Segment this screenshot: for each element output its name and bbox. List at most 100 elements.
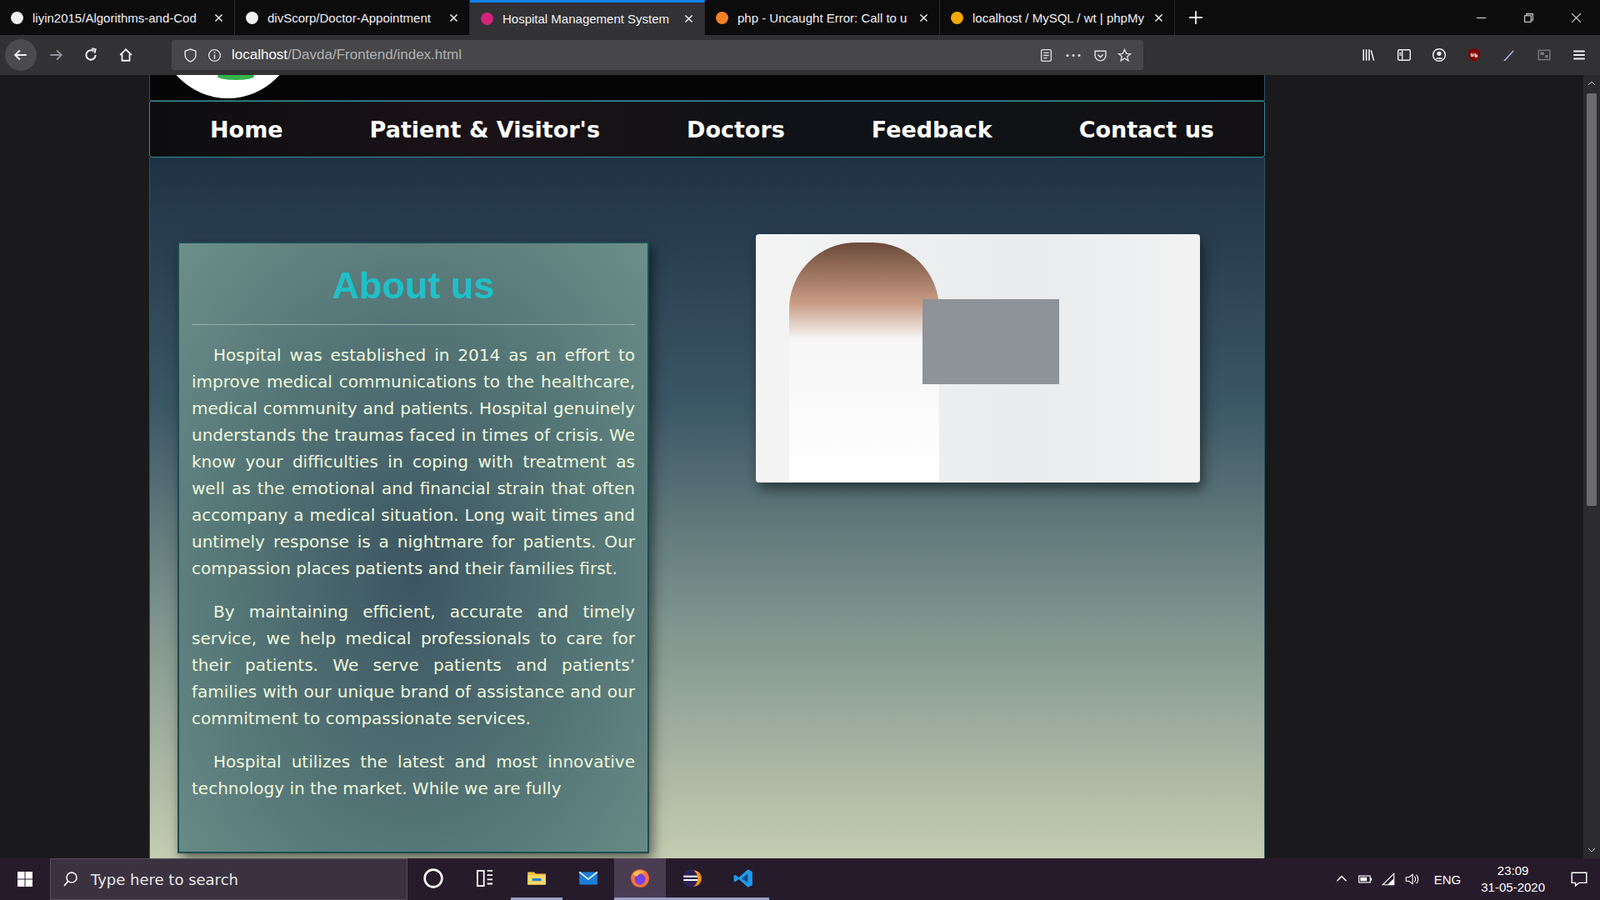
sidebar-icon [1396, 47, 1412, 63]
extension-icon [1536, 47, 1552, 63]
forward-button[interactable] [40, 39, 72, 71]
eclipse-icon [680, 867, 703, 890]
scrollbar[interactable] [1583, 75, 1600, 859]
nav-link[interactable]: Home [210, 116, 284, 143]
back-button[interactable] [5, 39, 37, 71]
nav-link[interactable]: Patient & Visitor's [370, 116, 600, 143]
minimize-icon [1475, 12, 1487, 24]
about-card: About us Hospital was established in 2014… [177, 241, 650, 854]
home-button[interactable] [110, 39, 142, 71]
language-indicator[interactable]: ENG [1427, 872, 1469, 887]
url-text: localhost/Davda/Frontend/index.html [231, 46, 462, 64]
browser-tab[interactable]: liyin2015/Algorithms-and-Cod [0, 0, 235, 35]
favicon-icon [715, 10, 730, 25]
restore-button[interactable] [1505, 0, 1553, 35]
reader-view-icon[interactable] [1039, 48, 1054, 63]
site-nav: Home Patient & Visitor's Doctors Feedback Co… [149, 100, 1265, 158]
pocket-icon[interactable] [1093, 48, 1108, 63]
new-tab-icon[interactable] [1188, 10, 1204, 25]
cortana-icon [422, 867, 445, 890]
info-icon [207, 48, 222, 63]
notifications-button[interactable] [1558, 858, 1600, 900]
scroll-up-icon[interactable] [1587, 80, 1596, 87]
library-icon [1361, 47, 1377, 63]
account-button[interactable] [1423, 39, 1455, 71]
task-view-icon [474, 867, 496, 890]
close-icon[interactable] [448, 12, 460, 24]
address-bar[interactable]: localhost/Davda/Frontend/index.html [171, 40, 1144, 70]
browser-tab[interactable]: localhost / MySQL / wt | phpMy [940, 0, 1175, 35]
taskbar: Type here to search ENG 23:0931-05-2020 [0, 858, 1600, 900]
volume-icon[interactable] [1404, 871, 1420, 887]
battery-icon[interactable] [1357, 871, 1373, 887]
nav-toolbar: localhost/Davda/Frontend/index.html [0, 35, 1600, 75]
menu-button[interactable] [1563, 39, 1595, 71]
account-icon [1431, 47, 1447, 63]
taskbar-app[interactable] [562, 858, 615, 900]
library-button[interactable] [1353, 39, 1385, 71]
reload-button[interactable] [75, 39, 107, 71]
more-icon[interactable] [1063, 48, 1084, 63]
tab-bar: liyin2015/Algorithms-and-Cod divScorp/Doc… [0, 0, 1600, 35]
about-title: About us [191, 261, 635, 311]
back-arrow-icon [13, 47, 29, 63]
favicon-icon [480, 11, 495, 26]
tab-label: divScorp/Doctor-Appointment [267, 10, 440, 25]
close-icon[interactable] [918, 12, 930, 24]
close-icon[interactable] [683, 13, 695, 25]
nav-link[interactable]: Contact us [1079, 116, 1215, 143]
taskbar-app[interactable] [510, 858, 563, 900]
tab-label: localhost / MySQL / wt | phpMy [972, 10, 1145, 25]
bookmark-star-icon[interactable] [1117, 48, 1132, 63]
clock[interactable]: 23:0931-05-2020 [1475, 862, 1550, 896]
close-icon[interactable] [213, 12, 225, 24]
search-icon [62, 870, 80, 888]
browser-tab[interactable]: divScorp/Doctor-Appointment [235, 0, 470, 35]
about-paragraph: By maintaining efficient, accurate and t… [191, 598, 635, 732]
tab-label: liyin2015/Algorithms-and-Cod [32, 10, 205, 25]
home-icon [118, 47, 134, 63]
page-viewport: Home Patient & Visitor's Doctors Feedback Co… [0, 75, 1600, 859]
taskbar-app[interactable] [614, 858, 666, 900]
nav-link[interactable]: Feedback [871, 116, 993, 143]
wifi-icon[interactable] [1380, 871, 1396, 887]
tab-label: Hospital Management System [502, 11, 675, 26]
scroll-thumb[interactable] [1586, 93, 1597, 506]
chevron-up-icon[interactable] [1334, 871, 1350, 887]
sidebar-button[interactable] [1388, 39, 1420, 71]
taskbar-app[interactable] [665, 858, 718, 900]
favicon-icon [10, 10, 25, 25]
scroll-down-icon[interactable] [1587, 846, 1596, 854]
ublock-shield-icon [1466, 47, 1482, 63]
close-icon[interactable] [1153, 12, 1165, 24]
cortana-button[interactable] [407, 858, 460, 900]
minimize-button[interactable] [1457, 0, 1505, 35]
about-paragraph: Hospital was established in 2014 as an e… [191, 341, 635, 582]
favicon-icon [950, 10, 965, 25]
close-button[interactable] [1552, 0, 1600, 35]
ublock-button[interactable] [1458, 39, 1490, 71]
extension-button[interactable] [1528, 39, 1560, 71]
nav-link[interactable]: Doctors [686, 116, 785, 143]
about-paragraph: Hospital utilizes the latest and most in… [191, 748, 635, 802]
browser-tab[interactable]: Hospital Management System [470, 0, 705, 35]
taskbar-search[interactable]: Type here to search [50, 858, 408, 900]
search-placeholder: Type here to search [90, 870, 239, 889]
forward-arrow-icon [48, 47, 64, 63]
hamburger-icon [1571, 47, 1587, 63]
web-page: Home Patient & Visitor's Doctors Feedback Co… [0, 75, 1584, 859]
task-view-button[interactable] [459, 858, 511, 900]
site-header [149, 75, 1265, 101]
system-tray: ENG 23:0931-05-2020 [1334, 858, 1600, 900]
browser-tab[interactable]: php - Uncaught Error: Call to u [705, 0, 940, 35]
desktop: liyin2015/Algorithms-and-Cod divScorp/Doc… [0, 0, 1600, 900]
hospital-logo-icon [159, 75, 297, 99]
clock-time: 23:09 [1497, 862, 1530, 880]
favicon-icon [245, 10, 260, 25]
taskbar-app[interactable] [717, 858, 770, 900]
start-button[interactable] [0, 858, 50, 900]
windows-logo-icon [16, 870, 34, 888]
site-container: Home Patient & Visitor's Doctors Feedback Co… [149, 75, 1265, 859]
firefox-icon [629, 867, 651, 890]
pen-button[interactable] [1493, 39, 1525, 71]
